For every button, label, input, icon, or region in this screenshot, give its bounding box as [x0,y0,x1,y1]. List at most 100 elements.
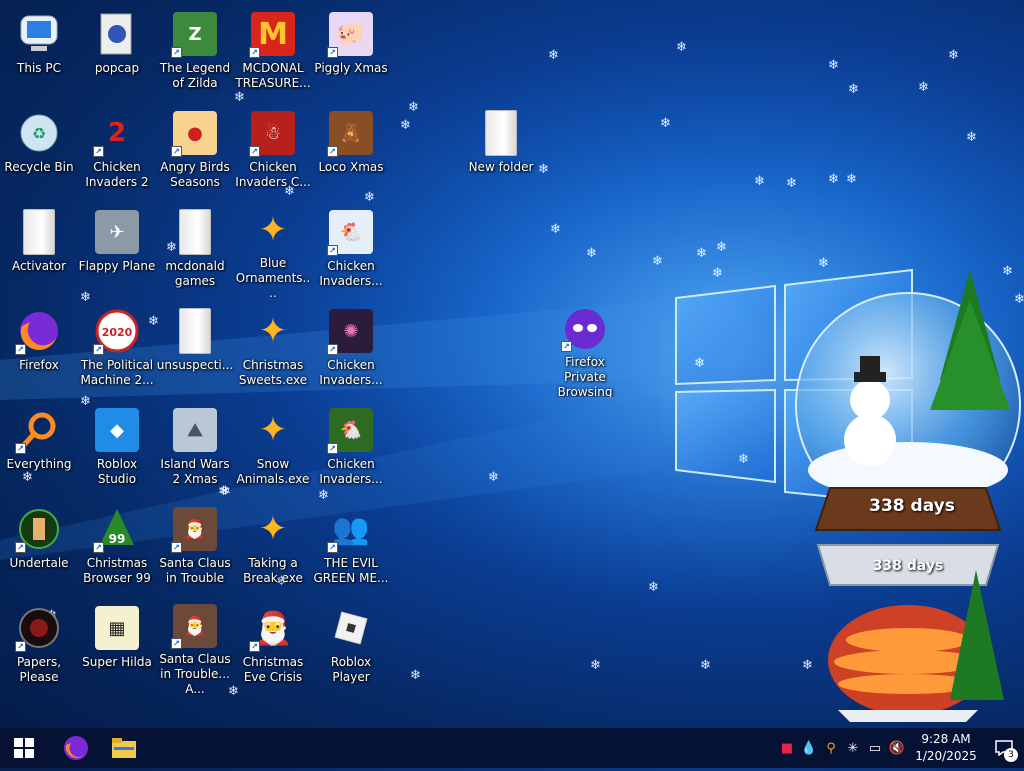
tray-search-button[interactable]: ⚲ [820,728,842,768]
christmas-browser-icon: 99 ↗ [93,505,141,553]
desktop-icon-chicken-invaders-b[interactable]: ✺ ↗ Chicken Invaders... [312,301,390,397]
svg-text:2020: 2020 [102,326,133,339]
snowflake-icon: ❄ [590,658,601,673]
snowflake-icon: ❄ [786,176,797,191]
desktop-icon-santa-claus-trouble[interactable]: 🎅 ↗ Santa Claus in Trouble [156,499,234,595]
taskbar-firefox-button[interactable] [52,728,100,768]
svg-text:♻: ♻ [32,124,46,143]
snowflake-icon: ❄ [660,116,671,131]
desktop-icon-label: Everything [6,457,72,471]
desktop-icon-label: The Political Machine 2... [80,358,154,387]
everything-icon: ↗ [15,406,63,454]
start-button[interactable] [0,728,48,768]
desktop-icon-papers-please[interactable]: ↗ Papers, Please [0,598,78,694]
desktop-icon-label: unsuspecti... [156,358,234,372]
desktop-icon-mcdonald-games[interactable]: mcdonald games [156,202,234,298]
tray-drop-button[interactable]: 💧 [798,728,820,768]
desktop-icon-chicken-invaders-c[interactable]: ☃ ↗ Chicken Invaders C... [234,103,312,199]
desktop-icon-label: Undertale [9,556,69,570]
piggly-xmas-icon: 🐖 ↗ [327,10,375,58]
network-icon: ▭ [868,740,882,756]
desktop-icon-loco-xmas[interactable]: 🧸 ↗ Loco Xmas [312,103,390,199]
snow-globe-graphic [795,270,1021,722]
desktop-icon-label: Activator [11,259,67,273]
legend-of-zilda-icon: Z ↗ [171,10,219,58]
shortcut-arrow-icon: ↗ [15,344,26,355]
action-center-button[interactable]: 3 [984,728,1024,768]
taskbar-file-explorer-button[interactable] [100,728,148,768]
desktop-icon-unsuspecti[interactable]: unsuspecti... [156,301,234,397]
snowflake-icon: ❄ [548,48,559,63]
desktop-icon-chicken-invaders-a[interactable]: 🐔 ↗ Chicken Invaders... [312,202,390,298]
tray-app-button[interactable]: ■ [776,728,798,768]
desktop-icon-roblox-studio[interactable]: ◆ Roblox Studio [78,400,156,496]
desktop-icon-santa-claus-trouble-a[interactable]: 🎅 ↗ Santa Claus in Trouble... A... [156,598,234,694]
desktop-icon-chicken-invaders-d[interactable]: 🐔 ↗ Chicken Invaders... [312,400,390,496]
desktop-icon-political-machine[interactable]: 2020 ↗ The Political Machine 2... [78,301,156,397]
desktop-icon-legend-of-zilda[interactable]: Z ↗ The Legend of Zilda [156,4,234,100]
desktop-icon-recycle-bin[interactable]: ♻ Recycle Bin [0,103,78,199]
shortcut-arrow-icon: ↗ [171,542,182,553]
desktop-icon-firefox-private[interactable]: ↗ Firefox Private Browsing [546,301,624,397]
snowflake-icon: ❄ [712,266,723,281]
desktop-icon-undertale[interactable]: ↗ Undertale [0,499,78,595]
desktop-icon-mcdonald-treasure[interactable]: M ↗ MCDONAL TREASURE... [234,4,312,100]
desktop-icon-super-hilda[interactable]: ▦ Super Hilda [78,598,156,694]
desktop-icon-flappy-plane[interactable]: ✈ Flappy Plane [78,202,156,298]
desktop-icon-label: New folder [468,160,534,174]
desktop-icon-piggly-xmas[interactable]: 🐖 ↗ Piggly Xmas [312,4,390,100]
desktop-icon-blue-ornaments[interactable]: ✦ Blue Ornaments.... [234,202,312,298]
firefox-icon: ↗ [15,307,63,355]
svg-text:99: 99 [109,532,126,546]
snowflake-icon: ❄ [408,100,419,115]
desktop-icon-popcap[interactable]: popcap [78,4,156,100]
snowflake-icon: ❄ [652,254,663,269]
clock-time: 9:28 AM [921,732,971,746]
network-button[interactable]: ▭ [864,728,886,768]
desktop-icon-label: Roblox Studio [96,457,138,486]
snow-globe-countdown-gadget[interactable]: 338 days 338 days [790,260,1024,728]
undertale-icon: ↗ [15,505,63,553]
windows-logo-icon [14,738,34,758]
desktop-icon-label: Taking a Break.exe [243,556,303,585]
desktop-icon-evil-green-me[interactable]: 👥 ↗ THE EVIL GREEN ME... [312,499,390,595]
roblox-player-icon [327,604,375,652]
snowflake-icon: ❄ [488,470,499,485]
shortcut-arrow-icon: ↗ [249,47,260,58]
taskbar: ■ 💧 ⚲ ✳ ▭ 🔇 9:28 AM 1/20/2025 3 [0,728,1024,768]
clock[interactable]: 9:28 AM 1/20/2025 [908,731,984,765]
desktop-icon-chicken-invaders-2[interactable]: 2 ↗ Chicken Invaders 2 [78,103,156,199]
countdown-days-label-base: 338 days [872,558,944,574]
desktop-icon-label: Flappy Plane [78,259,156,273]
angry-birds-seasons-icon: ● ↗ [171,109,219,157]
volume-button[interactable]: 🔇 [886,728,908,768]
mcdonald-treasure-icon: M ↗ [249,10,297,58]
blue-ornaments-icon: ✦ [258,210,288,251]
desktop-icon-christmas-sweets[interactable]: ✦ Christmas Sweets.exe [234,301,312,397]
desktop-icon-snow-animals[interactable]: ✦ Snow Animals.exe [234,400,312,496]
desktop-icon-label: Chicken Invaders... [319,259,383,288]
desktop-icon-label: Chicken Invaders... [319,358,383,387]
tray-snow-button[interactable]: ✳ [842,728,864,768]
roblox-studio-icon: ◆ [93,406,141,454]
desktop-icon-firefox[interactable]: ↗ Firefox [0,301,78,397]
desktop-icon-christmas-eve-crisis[interactable]: 🎅 ↗ Christmas Eve Crisis [234,598,312,694]
snowflake-icon: ❄ [550,222,561,237]
desktop-icon-label: Roblox Player [330,655,372,684]
desktop-icon-christmas-browser[interactable]: 99 ↗ Christmas Browser 99 [78,499,156,595]
snowflake-icon: ❄ [586,246,597,261]
desktop-icon-angry-birds-seasons[interactable]: ● ↗ Angry Birds Seasons [156,103,234,199]
desktop-icon-activator[interactable]: Activator [0,202,78,298]
desktop-icon-island-wars[interactable]: ⛰ Island Wars 2 Xmas [156,400,234,496]
desktop-icon-new-folder[interactable]: New folder [462,103,540,199]
desktop-icon-this-pc[interactable]: This PC [0,4,78,100]
chicken-invaders-2-icon: 2 ↗ [93,109,141,157]
recycle-bin-icon: ♻ [15,109,63,157]
shortcut-arrow-icon: ↗ [171,47,182,58]
snowflake-icon: ❄ [700,658,711,673]
snowflake-icon: ❄ [966,130,977,145]
desktop-icon-everything[interactable]: ↗ Everything [0,400,78,496]
desktop-icon-label: Chicken Invaders C... [235,160,311,189]
desktop-icon-roblox-player[interactable]: Roblox Player [312,598,390,694]
desktop-icon-taking-a-break[interactable]: ✦ Taking a Break.exe [234,499,312,595]
